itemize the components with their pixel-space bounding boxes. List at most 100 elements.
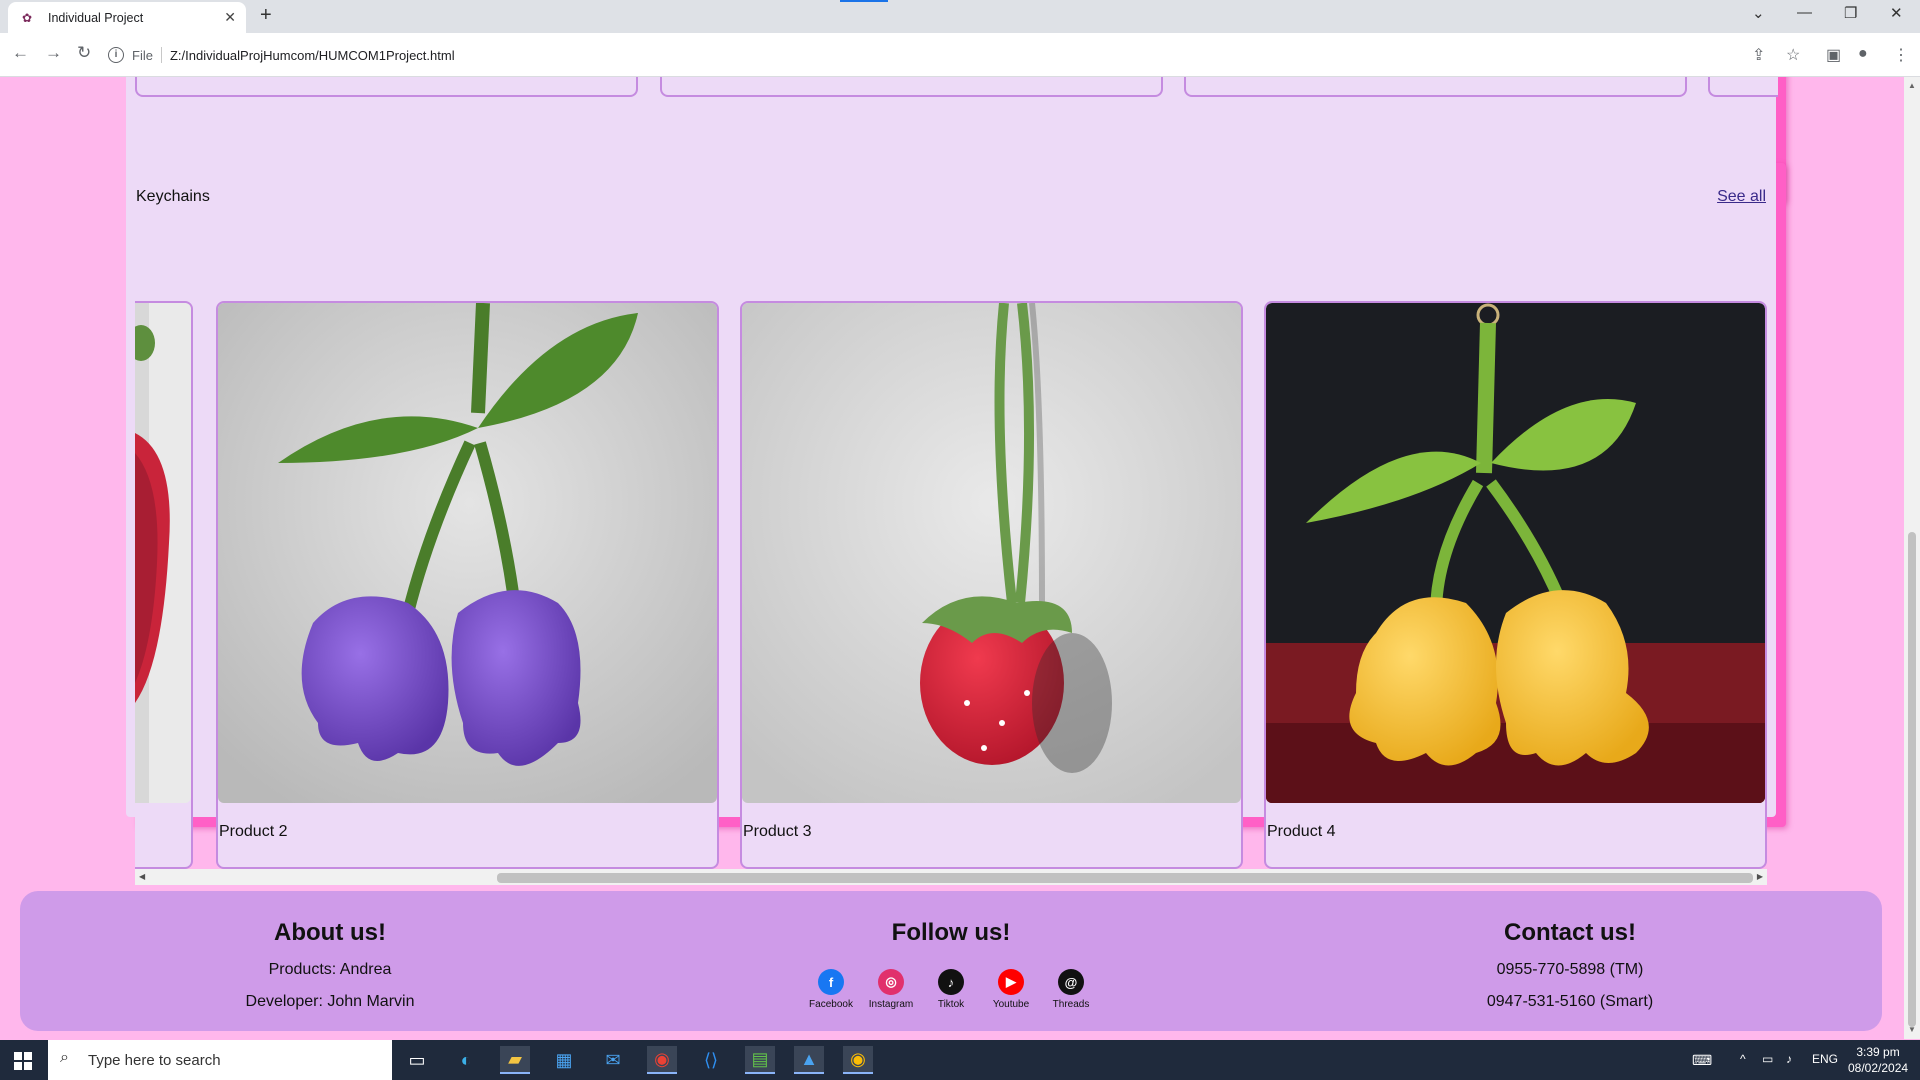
product-card[interactable]: Product 3 [740,301,1243,869]
network-icon[interactable]: ▭ [1762,1052,1773,1066]
url-text[interactable]: Z:/IndividualProjHumcom/HUMCOM1Project.h… [170,48,455,63]
windows-taskbar: ⌕ Type here to search ▭ ◐ ▰ ▦ ✉ ◉ ⟨⟩ ▤ ▲… [0,1040,1920,1080]
scroll-right-icon[interactable]: ▶ [1757,872,1763,881]
social-link-tiktok[interactable]: ♪ Tiktok [931,969,971,1010]
about-title: About us! [274,919,386,946]
tab-title: Individual Project [48,10,144,25]
address-separator [160,47,162,63]
tab-search-icon[interactable]: ⌄ [1752,4,1765,22]
profile-icon[interactable]: ● [1858,45,1868,63]
minimize-icon[interactable]: — [1797,4,1812,21]
scrollbar-thumb[interactable] [1908,532,1916,1027]
mail-icon[interactable]: ✉ [598,1046,628,1074]
forward-icon[interactable]: → [45,43,62,63]
address-prefix: File [132,47,153,63]
follow-title: Follow us! [891,919,1011,946]
social-label: Tiktok [937,999,965,1010]
about-line: Developer: John Marvin [245,993,415,1010]
bookmark-star-icon[interactable]: ☆ [1786,45,1800,65]
threads-icon[interactable]: @ [1058,969,1084,995]
social-label: Youtube [992,999,1030,1010]
restore-icon[interactable]: ❐ [1844,4,1857,22]
language-indicator[interactable]: ENG [1812,1052,1838,1066]
start-icon[interactable] [14,1052,32,1070]
product-caption: Product 4 [1267,823,1336,840]
tiktok-icon[interactable]: ♪ [938,969,964,995]
notepad-icon[interactable]: ▤ [745,1046,775,1074]
file-explorer-icon[interactable]: ▰ [500,1046,530,1074]
youtube-icon[interactable]: ▶ [998,969,1024,995]
menu-kebab-icon[interactable]: ⋮ [1893,45,1909,65]
tray-chevron-icon[interactable]: ^ [1740,1052,1746,1066]
search-icon: ⌕ [60,1049,69,1066]
product-card[interactable]: Product 2 [216,301,719,869]
photos-icon[interactable]: ▲ [794,1046,824,1074]
address-bar[interactable]: i File Z:/IndividualProjHumcom/HUMCOM1Pr… [108,40,1793,70]
social-link-instagram[interactable]: ◎ Instagram [868,969,914,1010]
product-card[interactable] [1184,77,1687,97]
product-caption: Product 2 [219,823,288,840]
product-image [135,303,191,803]
contact-column: Contact us! 0955-770-5898 (TM) 0947-531-… [1405,891,1735,1011]
system-clock[interactable]: 3:39 pm 08/02/2024 [1848,1044,1908,1076]
taskbar-search[interactable]: ⌕ Type here to search [48,1040,392,1080]
scrollbar-thumb[interactable] [497,873,1753,883]
share-icon[interactable]: ⇪ [1752,45,1765,65]
see-all-link[interactable]: See all [1717,188,1766,206]
close-tab-icon[interactable]: ✕ [224,9,236,26]
product-image [1266,303,1765,803]
reload-icon[interactable]: ↻ [77,43,91,63]
product-image [742,303,1241,803]
page-viewport: ◀ ▶ Keychains See all [0,77,1904,1039]
social-links: f Facebook ◎ Instagram ♪ Tiktok ▶ Youtub… [786,969,1116,1010]
close-window-icon[interactable]: ✕ [1890,4,1903,22]
about-line: Products: Andrea [268,961,392,978]
loading-indicator [840,0,888,2]
store-icon[interactable]: ▦ [549,1046,579,1074]
social-link-threads[interactable]: @ Threads [1051,969,1091,1010]
social-link-youtube[interactable]: ▶ Youtube [991,969,1031,1010]
clock-date: 08/02/2024 [1848,1061,1909,1075]
edge-icon[interactable]: ◐ [451,1046,481,1074]
chrome-active-icon[interactable]: ◉ [843,1046,873,1074]
search-placeholder: Type here to search [88,1051,221,1069]
product-caption: Product 3 [743,823,812,840]
social-link-facebook[interactable]: f Facebook [809,969,853,1010]
product-card-partial[interactable] [135,301,193,869]
facebook-icon[interactable]: f [818,969,844,995]
keyboard-icon[interactable]: ⌨ [1692,1052,1712,1069]
back-icon[interactable]: ← [12,43,29,63]
tab-strip: ✿ Individual Project ✕ + ⌄ — ❐ ✕ [0,0,1920,33]
vertical-scrollbar[interactable]: ▲ ▼ [1904,77,1920,1039]
site-info-icon[interactable]: i [108,47,124,63]
clock-time: 3:39 pm [1856,1045,1900,1059]
social-label: Facebook [809,999,853,1010]
contact-line: 0947-531-5160 (Smart) [1486,993,1654,1010]
social-label: Threads [1052,999,1090,1010]
side-panel-icon[interactable]: ▣ [1826,45,1841,65]
browser-tab[interactable]: ✿ Individual Project ✕ [8,2,246,33]
site-footer: About us! Products: Andrea Developer: Jo… [20,891,1882,1031]
product-card[interactable] [1708,77,1778,97]
contact-title: Contact us! [1504,919,1636,946]
follow-column: Follow us! f Facebook ◎ Instagram ♪ Tikt… [786,891,1116,1010]
horizontal-scrollbar[interactable]: ◀ ▶ [135,869,1767,885]
scroll-left-icon[interactable]: ◀ [139,872,145,881]
contact-line: 0955-770-5898 (TM) [1496,961,1644,978]
instagram-icon[interactable]: ◎ [878,969,904,995]
social-label: Instagram [868,999,914,1010]
favicon-icon: ✿ [22,10,33,25]
scroll-up-icon[interactable]: ▲ [1908,81,1916,90]
about-column: About us! Products: Andrea Developer: Jo… [165,891,495,1011]
product-card[interactable] [135,77,638,97]
product-card[interactable] [660,77,1163,97]
keychains-section: Keychains See all Product 2 Product 3 Pr… [126,153,1776,885]
vscode-icon[interactable]: ⟨⟩ [696,1046,726,1074]
task-view-icon[interactable]: ▭ [402,1046,432,1074]
browser-toolbar: ← → ↻ i File Z:/IndividualProjHumcom/HUM… [0,33,1920,77]
volume-icon[interactable]: ♪ [1786,1052,1792,1066]
new-tab-icon[interactable]: + [260,4,272,27]
scroll-down-icon[interactable]: ▼ [1908,1025,1916,1034]
product-card[interactable]: Product 4 [1264,301,1767,869]
chrome-icon[interactable]: ◉ [647,1046,677,1074]
